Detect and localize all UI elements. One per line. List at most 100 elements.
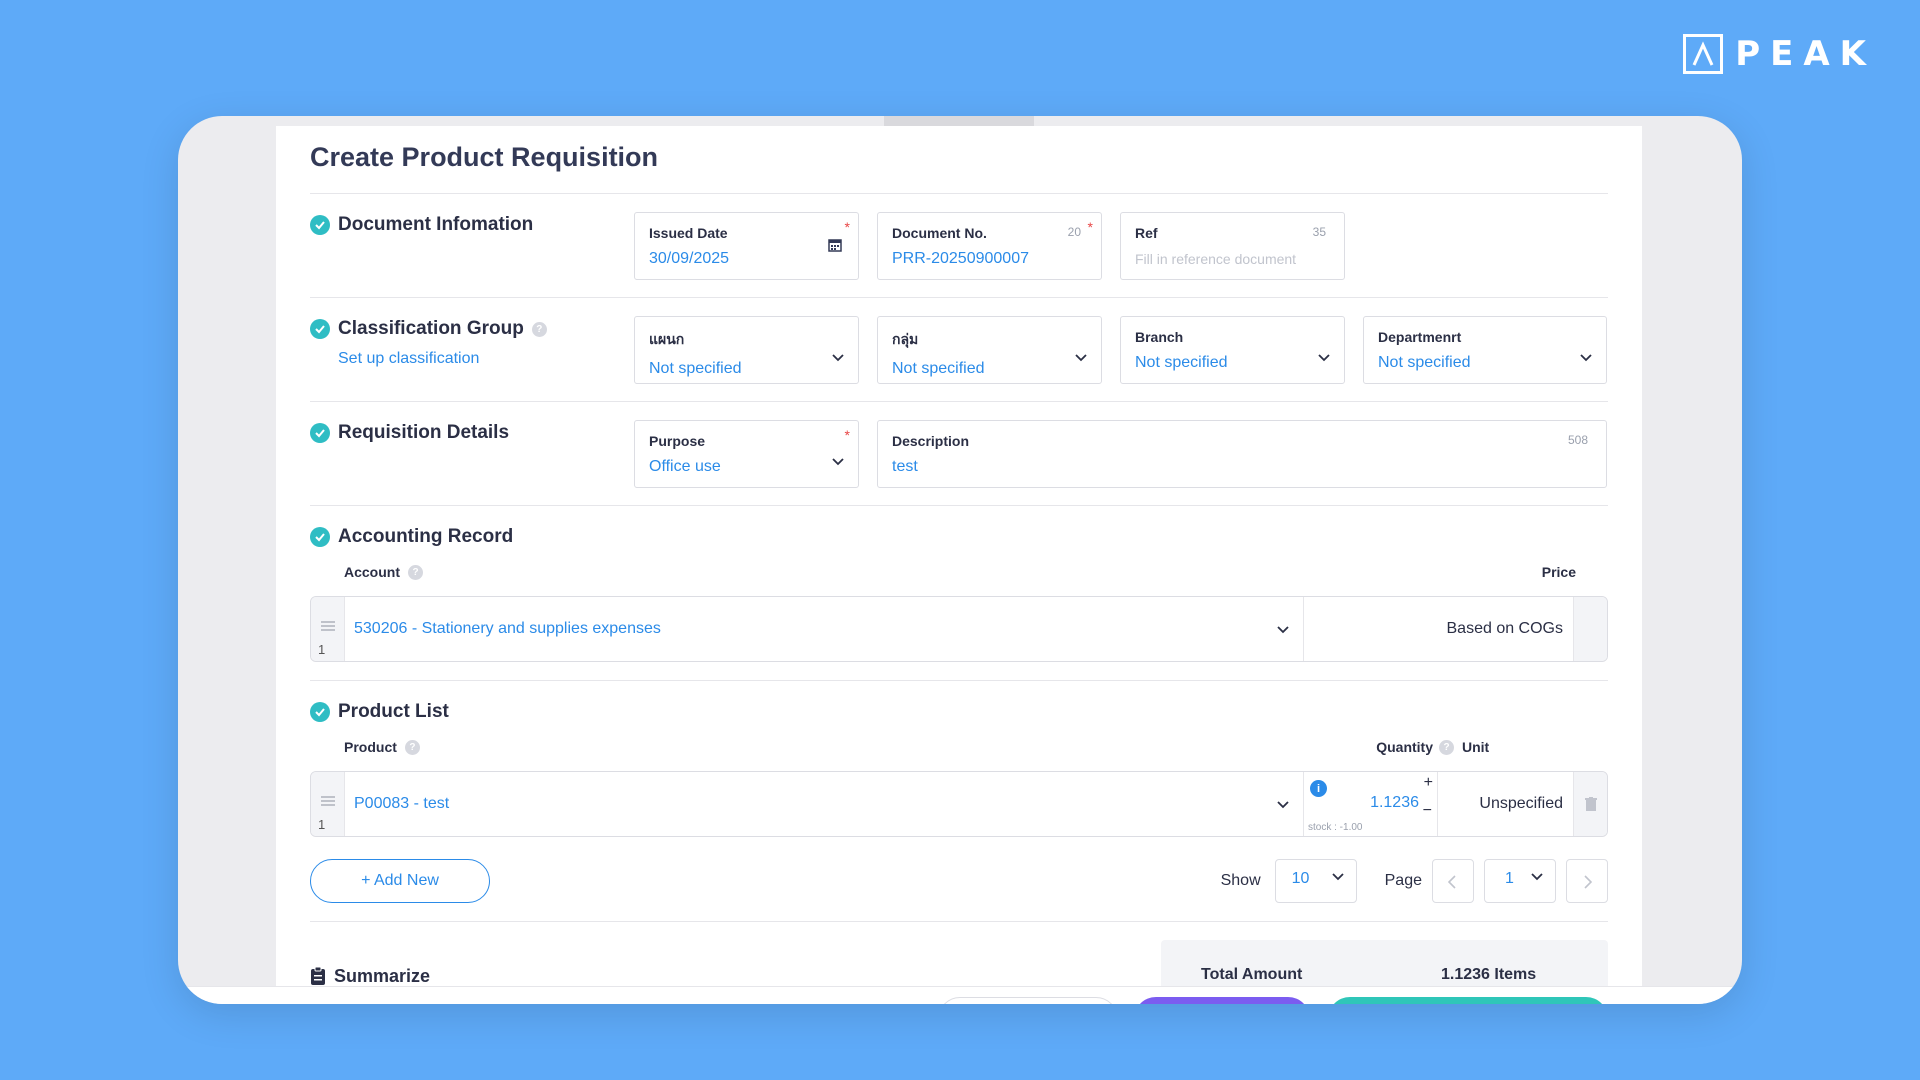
app-window: Create Product Requisition Document Info… [178,116,1742,1004]
field-label: Issued Date [649,225,728,241]
classification-select-1[interactable]: กลุ่ม Not specified [877,316,1102,384]
decrement-icon[interactable]: − [1423,802,1432,820]
chevron-right-icon [1584,875,1592,889]
description-field[interactable]: Description test 508 [877,420,1607,488]
section-heading: Summarize [334,965,431,986]
trash-icon [1585,797,1597,811]
chevron-down-icon [832,453,844,471]
field-placeholder: Fill in reference document [1135,251,1297,267]
required-marker: * [844,427,850,443]
field-value: Not specified [1378,354,1471,371]
unit-cell[interactable]: Unspecified [1437,772,1573,836]
save-draft-button[interactable] [1134,997,1310,1004]
pagination: Show 10 Page 1 [1221,859,1608,903]
cancel-button[interactable] [938,997,1118,1004]
chevron-down-icon [832,349,844,367]
show-label: Show [1220,872,1261,889]
department-select[interactable]: Departmenrt Not specified [1363,316,1607,384]
help-icon[interactable]: ? [1439,739,1454,755]
field-label: Document No. [892,225,987,241]
drag-handle[interactable]: 1 [311,772,345,836]
document-no-field[interactable]: Document No. PRR-20250900007 20 * [877,212,1102,280]
section-heading: Document Infomation [338,214,534,235]
help-icon[interactable]: ? [531,321,547,337]
prev-page-button[interactable] [1432,859,1474,903]
scroll-indicator [884,116,1034,126]
help-icon[interactable]: ? [404,739,420,755]
field-label: Description [892,433,970,449]
check-icon [310,702,330,722]
issued-date-field[interactable]: Issued Date 30/09/2025 * [634,212,859,280]
account-select[interactable]: 530206 - Stationery and supplies expense… [345,597,1303,661]
increment-icon[interactable]: + [1424,774,1433,792]
quantity-value: 1.1236 [1370,794,1419,811]
field-value: Not specified [1135,354,1228,371]
requisition-details-section: Requisition Details Purpose Office use *… [310,402,1608,506]
unit-value: Unspecified [1479,795,1563,812]
brand-name: PEAK [1735,34,1876,74]
required-marker: * [844,219,850,235]
page-title: Create Product Requisition [310,142,1608,194]
total-label: Total Amount [1201,966,1303,983]
product-select[interactable]: P00083 - test [345,772,1303,836]
column-unit: Unit [1462,739,1490,755]
field-value: Not specified [649,360,742,377]
chevron-down-icon [1075,349,1087,367]
chevron-down-icon [1277,621,1289,639]
stock-text: stock : -1.00 [1308,822,1363,833]
branch-select[interactable]: Branch Not specified [1120,316,1345,384]
chevron-down-icon [1580,349,1592,367]
delete-row-button[interactable] [1573,772,1607,836]
field-label: Departmenrt [1378,329,1462,345]
page-select[interactable]: 1 [1484,859,1556,903]
page-size-select[interactable]: 10 [1274,859,1357,903]
table-row: 1 P00083 - test i 1.1236 stock : -1.00 +… [310,771,1608,837]
chevron-down-icon [1531,868,1543,886]
purpose-select[interactable]: Purpose Office use * [634,420,859,488]
row-end-cell [1573,597,1607,661]
info-icon[interactable]: i [1310,780,1327,797]
approve-button[interactable] [1328,997,1608,1004]
chevron-left-icon [1448,875,1456,889]
page-label: Page [1384,872,1422,889]
chevron-down-icon [1277,796,1289,814]
section-heading: Product List [338,701,449,722]
classification-section: Classification Group ? Set up classifica… [310,298,1608,402]
product-column-headers: Product ? Quantity ? Unit [310,737,1608,757]
field-label: Purpose [649,433,706,449]
table-row: 1 530206 - Stationery and supplies expen… [310,596,1608,662]
accounting-column-headers: Account ? Price [310,562,1608,582]
product-value: P00083 - test [354,795,450,812]
field-label: Ref [1135,225,1158,241]
field-label: Branch [1135,329,1184,345]
field-value: PRR-20250900007 [892,250,1029,267]
calendar-icon[interactable] [828,238,842,257]
drag-handle[interactable]: 1 [311,597,345,661]
field-value: Office use [649,458,721,475]
row-number: 1 [318,817,326,832]
chevron-down-icon [1318,349,1330,367]
required-marker: * [1087,219,1093,235]
char-limit: 20 [1067,225,1081,239]
check-icon [310,423,330,443]
quantity-stepper[interactable]: i 1.1236 stock : -1.00 + − [1303,772,1437,836]
account-value: 530206 - Stationery and supplies expense… [354,620,661,637]
classification-select-0[interactable]: แผนก Not specified [634,316,859,384]
field-label: แผนก [649,331,685,347]
check-icon [310,527,330,547]
column-quantity: Quantity [1376,739,1433,755]
check-icon [310,215,330,235]
section-heading: Accounting Record [338,526,514,547]
column-product: Product [344,739,397,755]
ref-field[interactable]: Ref Fill in reference document 35 [1120,212,1345,280]
check-icon [310,319,330,339]
document-info-section: Document Infomation Issued Date 30/09/20… [310,194,1608,298]
add-new-button[interactable]: + Add New [310,859,490,903]
product-list-section: Product List Product ? Quantity ? Unit 1… [310,681,1608,922]
action-bar [178,986,1742,1004]
price-cell: Based on COGs [1303,597,1573,661]
help-icon[interactable]: ? [408,564,423,580]
next-page-button[interactable] [1566,859,1608,903]
setup-classification-link[interactable]: Set up classification [338,350,634,368]
clipboard-icon [311,966,325,985]
